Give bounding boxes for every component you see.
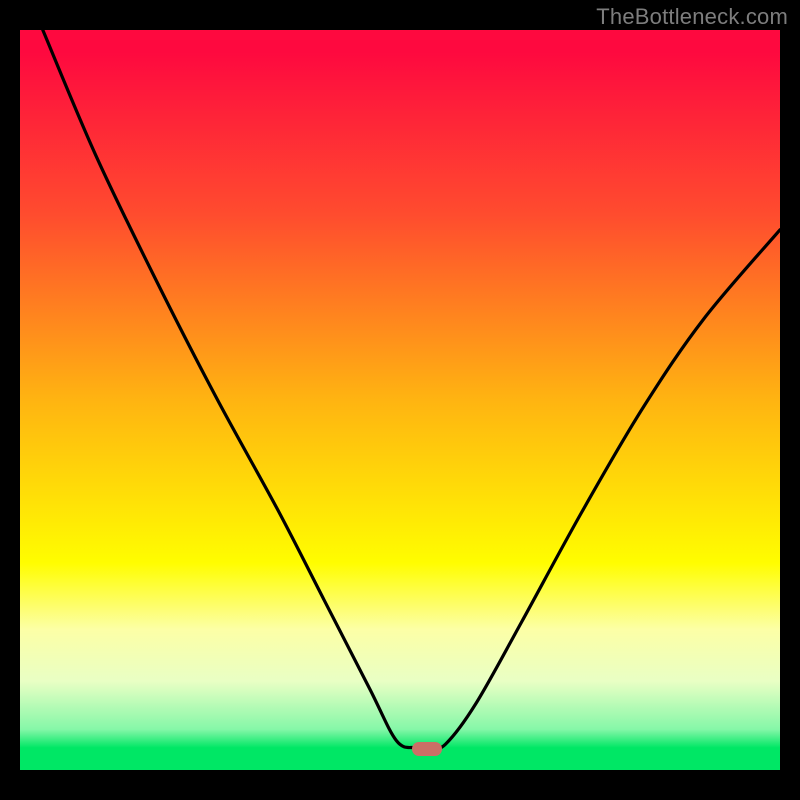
plot-area bbox=[20, 30, 780, 770]
bottleneck-curve bbox=[20, 30, 780, 770]
optimum-marker bbox=[412, 742, 442, 756]
chart-frame: TheBottleneck.com bbox=[0, 0, 800, 800]
watermark-text: TheBottleneck.com bbox=[596, 4, 788, 30]
curve-path bbox=[43, 30, 780, 749]
